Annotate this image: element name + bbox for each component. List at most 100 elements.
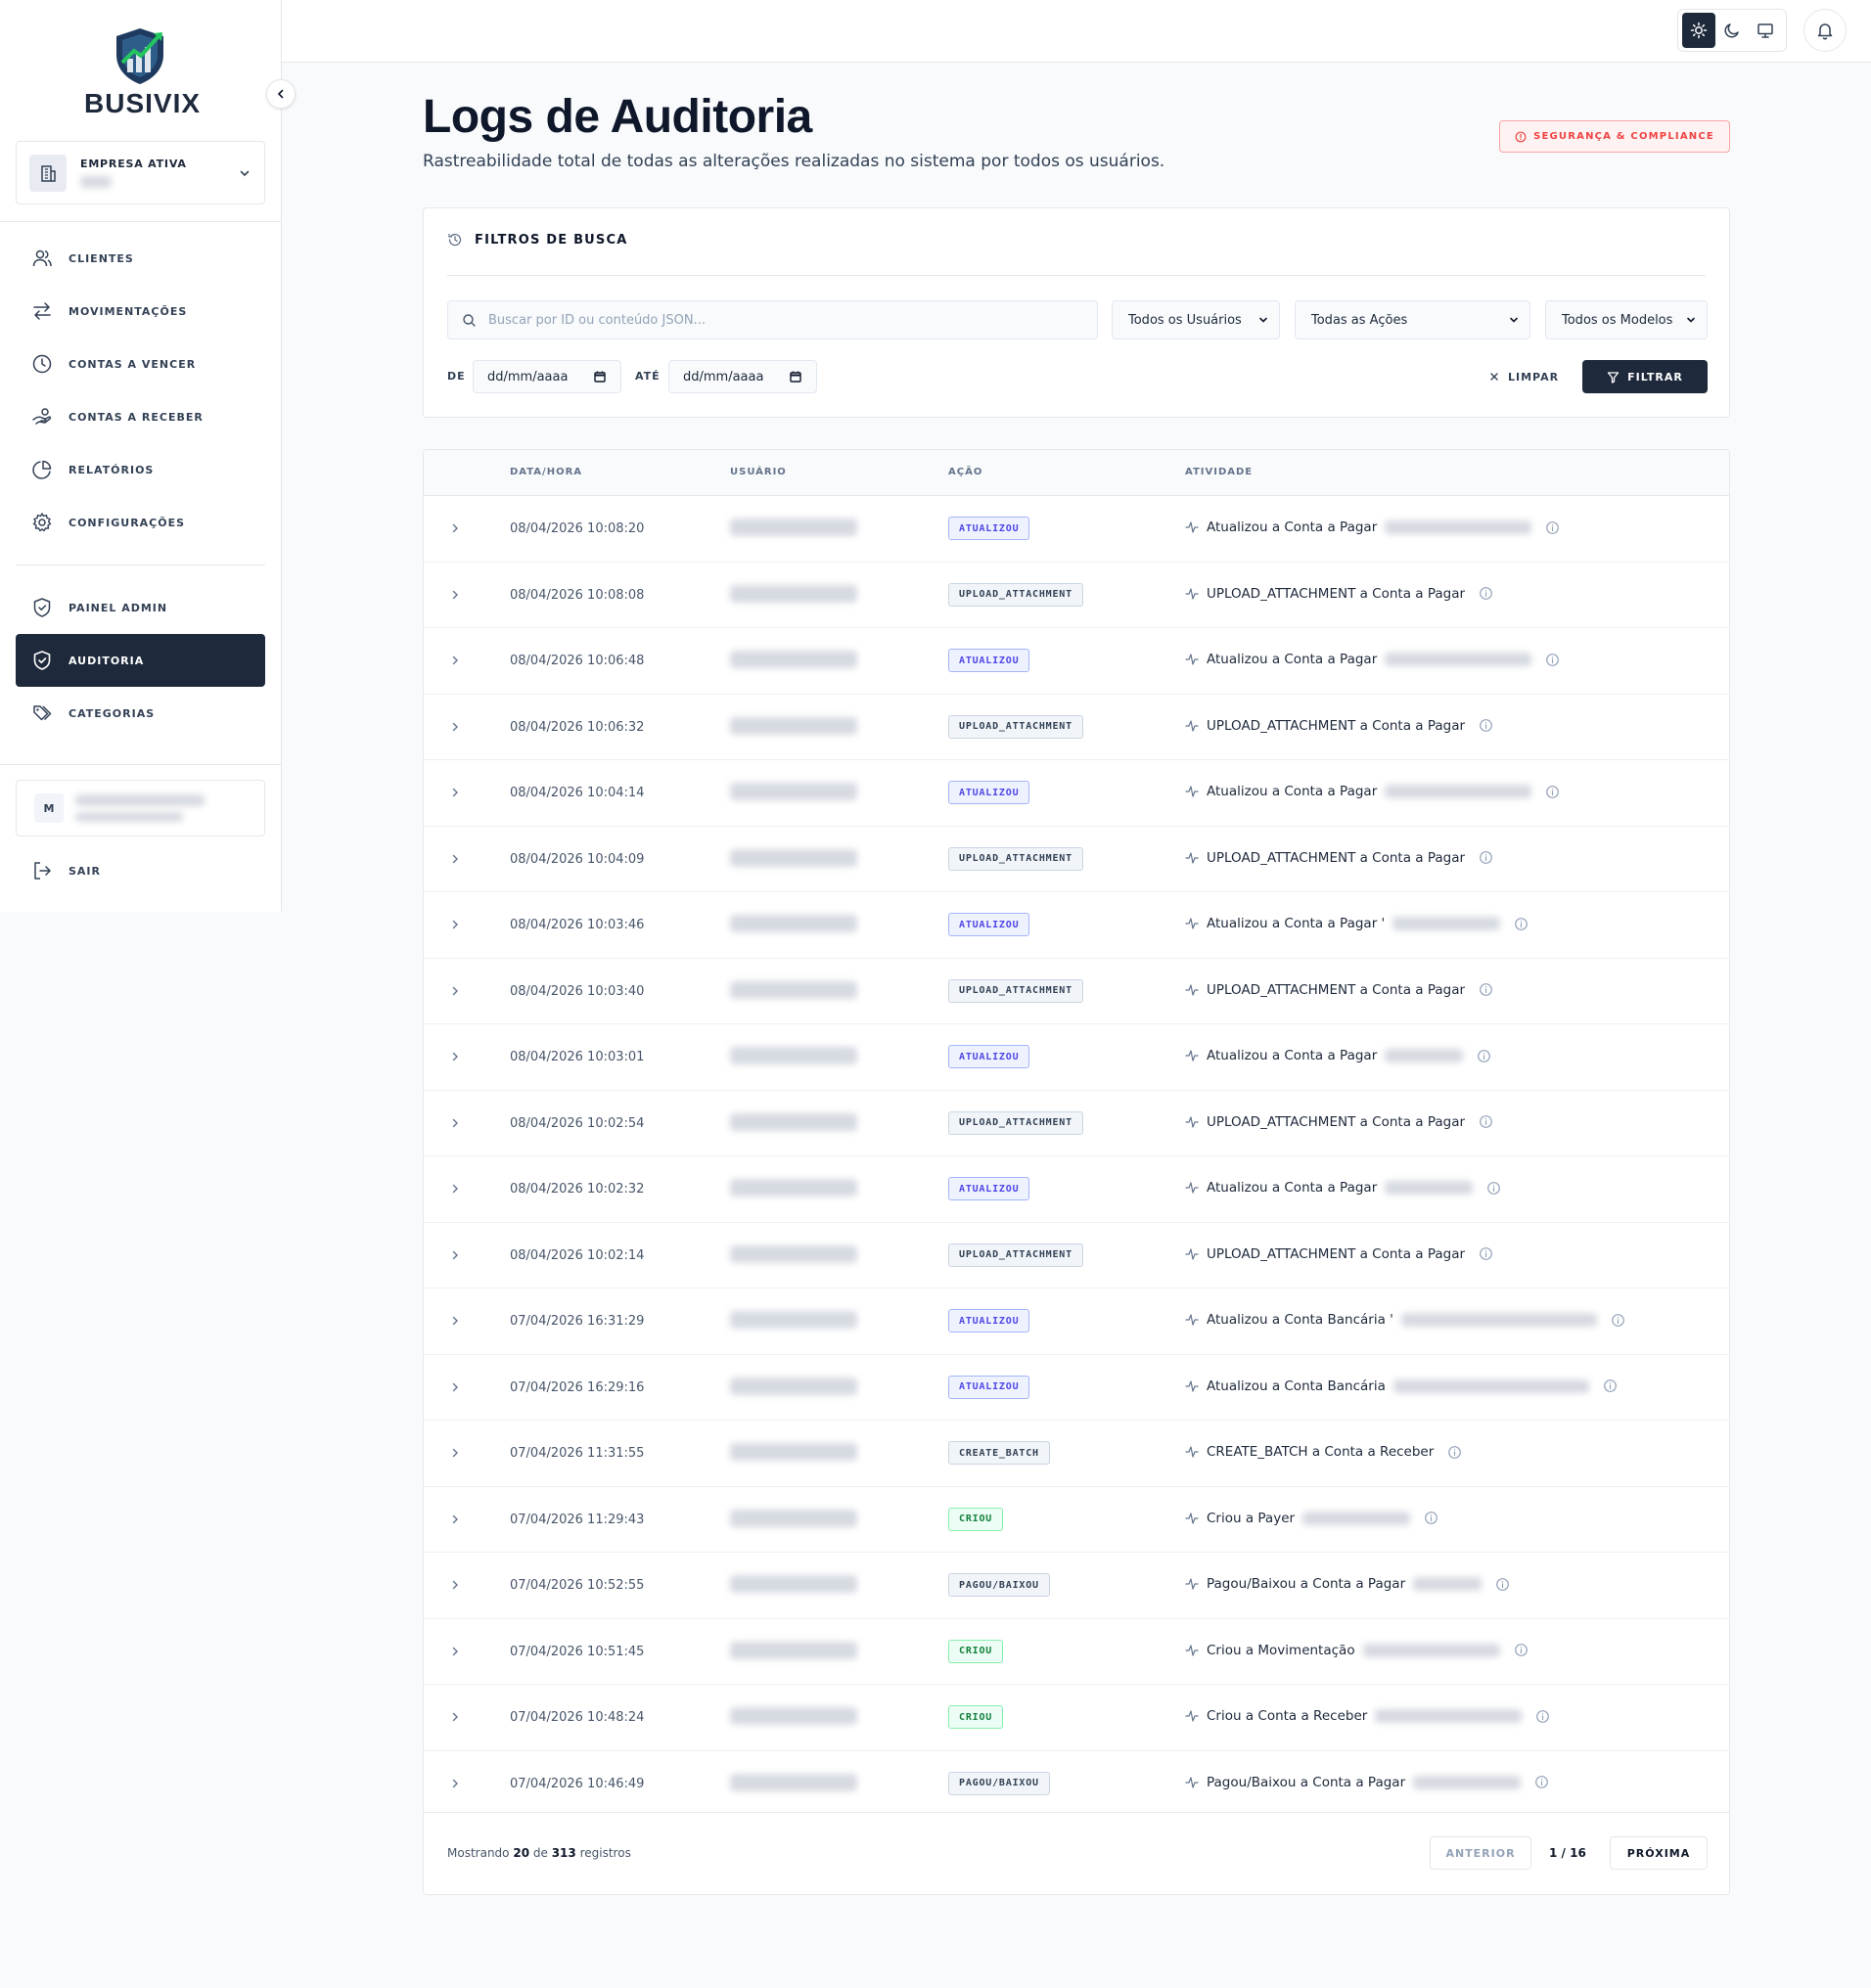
info-icon[interactable] (1424, 1511, 1438, 1525)
table-row[interactable]: 07/04/2026 10:52:55 PAGOU/BAIXOU Pagou/Bai… (424, 1553, 1729, 1619)
info-icon[interactable] (1545, 653, 1560, 667)
company-selector[interactable]: EMPRESA ATIVA (16, 141, 265, 204)
date-from-input[interactable]: dd/mm/aaaa (473, 360, 621, 393)
sidebar-item-contas-a-receber[interactable]: CONTAS A RECEBER (16, 390, 265, 443)
models-select[interactable]: Todos os Modelos (1545, 300, 1708, 339)
table-row[interactable]: 07/04/2026 11:31:55 CREATE_BATCH CREATE_BA… (424, 1421, 1729, 1487)
dark-theme-button[interactable] (1715, 13, 1749, 48)
info-icon[interactable] (1479, 1246, 1493, 1261)
info-icon[interactable] (1479, 1114, 1493, 1129)
previous-page-button[interactable]: ANTERIOR (1430, 1836, 1531, 1870)
table-row[interactable]: 08/04/2026 10:02:54 UPLOAD_ATTACHMENT UPLO… (424, 1091, 1729, 1156)
table-row[interactable]: 08/04/2026 10:06:48 ATUALIZOU Atualizou a … (424, 628, 1729, 695)
users-select[interactable]: Todos os Usuários (1112, 300, 1280, 339)
next-page-button[interactable]: PRÓXIMA (1610, 1836, 1708, 1870)
activity-pulse-icon (1185, 1115, 1199, 1128)
info-icon[interactable] (1535, 1709, 1550, 1724)
monitor-icon (1757, 23, 1773, 38)
user-card[interactable]: M (16, 780, 265, 836)
expand-row-chevron-icon[interactable] (449, 1778, 461, 1789)
info-icon[interactable] (1514, 917, 1529, 931)
date-from-placeholder: dd/mm/aaaa (487, 369, 569, 384)
expand-row-chevron-icon[interactable] (449, 1117, 461, 1129)
sidebar-item-movimentacoes[interactable]: MOVIMENTAÇÕES (16, 285, 265, 338)
row-datetime: 08/04/2026 10:03:01 (510, 1050, 645, 1064)
info-icon[interactable] (1495, 1577, 1510, 1592)
expand-row-chevron-icon[interactable] (449, 1646, 461, 1657)
search-input[interactable] (488, 312, 1036, 328)
sidebar-item-categorias[interactable]: CATEGORIAS (16, 687, 265, 740)
table-row[interactable]: 08/04/2026 10:08:20 ATUALIZOU Atualizou a … (424, 496, 1729, 563)
expand-row-chevron-icon[interactable] (449, 1711, 461, 1723)
info-icon[interactable] (1447, 1445, 1462, 1460)
info-icon[interactable] (1545, 520, 1560, 535)
notifications-button[interactable] (1803, 9, 1847, 52)
table-row[interactable]: 07/04/2026 11:29:43 CRIOU Criou a Payer (424, 1487, 1729, 1553)
info-icon[interactable] (1611, 1313, 1625, 1328)
clear-filters-button[interactable]: LIMPAR (1488, 360, 1559, 393)
search-icon (463, 313, 476, 327)
expand-row-chevron-icon[interactable] (449, 721, 461, 733)
sidebar-item-painel-admin[interactable]: PAINEL ADMIN (16, 581, 265, 634)
info-icon[interactable] (1477, 1049, 1491, 1063)
table-row[interactable]: 07/04/2026 10:51:45 CRIOU Criou a Moviment… (424, 1619, 1729, 1685)
action-badge: UPLOAD_ATTACHMENT (948, 1242, 1083, 1267)
actions-select[interactable]: Todas as Ações (1295, 300, 1530, 339)
collapse-sidebar-button[interactable] (266, 79, 296, 109)
info-icon[interactable] (1534, 1775, 1549, 1789)
filters-panel: FILTROS DE BUSCA Todos os Usuários Todas… (423, 207, 1730, 418)
table-row[interactable]: 07/04/2026 10:46:49 PAGOU/BAIXOU Pagou/Bai… (424, 1751, 1729, 1817)
table-row[interactable]: 08/04/2026 10:03:40 UPLOAD_ATTACHMENT UPLO… (424, 959, 1729, 1024)
expand-row-chevron-icon[interactable] (449, 985, 461, 997)
expand-row-chevron-icon[interactable] (449, 1579, 461, 1591)
apply-filter-button[interactable]: FILTRAR (1582, 360, 1708, 393)
info-icon[interactable] (1514, 1643, 1529, 1657)
expand-row-chevron-icon[interactable] (449, 1315, 461, 1327)
expand-row-chevron-icon[interactable] (449, 1381, 461, 1393)
table-row[interactable]: 08/04/2026 10:02:14 UPLOAD_ATTACHMENT UPLO… (424, 1223, 1729, 1288)
info-icon[interactable] (1479, 718, 1493, 733)
table-row[interactable]: 08/04/2026 10:06:32 UPLOAD_ATTACHMENT UPLO… (424, 695, 1729, 760)
row-datetime: 08/04/2026 10:08:08 (510, 587, 645, 603)
expand-row-chevron-icon[interactable] (449, 1051, 461, 1062)
info-icon[interactable] (1545, 785, 1560, 799)
expand-row-chevron-icon[interactable] (449, 853, 461, 865)
brand-logo[interactable]: BUSIVIX (84, 25, 200, 119)
expand-row-chevron-icon[interactable] (449, 655, 461, 666)
light-theme-button[interactable] (1682, 13, 1715, 48)
activity-pulse-icon (1185, 654, 1199, 665)
history-icon (448, 233, 462, 247)
system-theme-button[interactable] (1749, 13, 1782, 48)
info-icon[interactable] (1479, 586, 1493, 601)
expand-row-chevron-icon[interactable] (449, 787, 461, 798)
table-row[interactable]: 07/04/2026 16:31:29 ATUALIZOU Atualizou a … (424, 1288, 1729, 1355)
expand-row-chevron-icon[interactable] (449, 589, 461, 601)
info-icon[interactable] (1486, 1181, 1501, 1196)
table-row[interactable]: 08/04/2026 10:03:46 ATUALIZOU Atualizou a … (424, 892, 1729, 959)
row-user-redacted (730, 1047, 857, 1064)
table-row[interactable]: 08/04/2026 10:04:14 ATUALIZOU Atualizou a … (424, 760, 1729, 827)
table-row[interactable]: 07/04/2026 16:29:16 ATUALIZOU Atualizou a … (424, 1355, 1729, 1421)
info-icon[interactable] (1479, 850, 1493, 865)
table-row[interactable]: 08/04/2026 10:04:09 UPLOAD_ATTACHMENT UPLO… (424, 827, 1729, 892)
table-row[interactable]: 08/04/2026 10:02:32 ATUALIZOU Atualizou a … (424, 1156, 1729, 1223)
sidebar-item-auditoria[interactable]: AUDITORIA (16, 634, 265, 687)
table-row[interactable]: 08/04/2026 10:08:08 UPLOAD_ATTACHMENT UPLO… (424, 563, 1729, 628)
logout-button[interactable]: SAIR (16, 844, 265, 897)
expand-row-chevron-icon[interactable] (449, 1249, 461, 1261)
expand-row-chevron-icon[interactable] (449, 522, 461, 534)
sidebar-item-relatorios[interactable]: RELATÓRIOS (16, 443, 265, 496)
table-row[interactable]: 08/04/2026 10:03:01 ATUALIZOU Atualizou a … (424, 1024, 1729, 1091)
expand-row-chevron-icon[interactable] (449, 919, 461, 930)
date-to-input[interactable]: dd/mm/aaaa (668, 360, 817, 393)
info-icon[interactable] (1479, 982, 1493, 997)
row-datetime: 08/04/2026 10:04:09 (510, 851, 645, 867)
sidebar-item-clientes[interactable]: CLIENTES (16, 232, 265, 285)
sidebar-item-contas-a-vencer[interactable]: CONTAS A VENCER (16, 338, 265, 390)
sidebar-item-configuracoes[interactable]: CONFIGURAÇÕES (16, 496, 265, 549)
table-row[interactable]: 07/04/2026 10:48:24 CRIOU Criou a Conta a … (424, 1685, 1729, 1751)
expand-row-chevron-icon[interactable] (449, 1514, 461, 1525)
expand-row-chevron-icon[interactable] (449, 1183, 461, 1195)
expand-row-chevron-icon[interactable] (449, 1447, 461, 1459)
info-icon[interactable] (1603, 1378, 1618, 1393)
